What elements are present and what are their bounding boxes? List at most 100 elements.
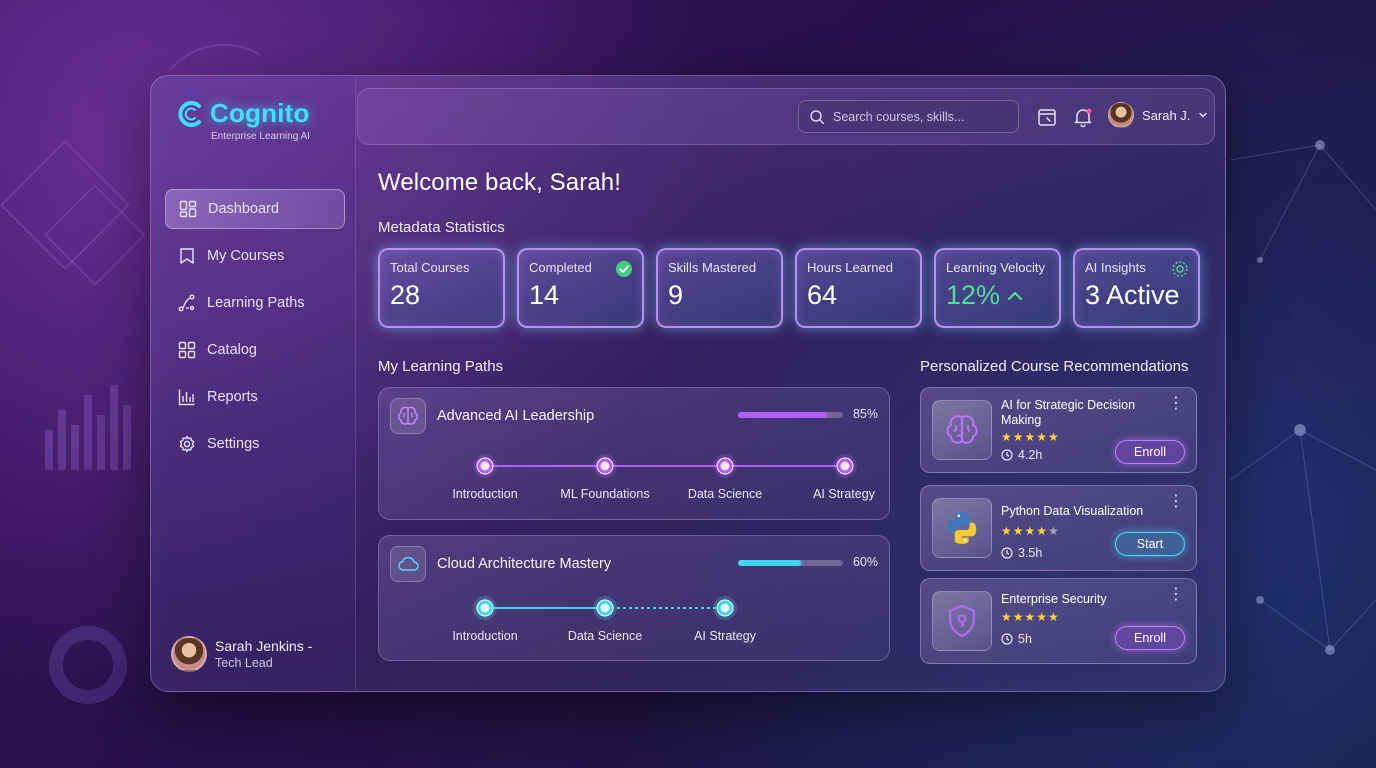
clock-icon xyxy=(1001,633,1013,645)
path-step-label: Data Science xyxy=(567,629,643,643)
grid-icon xyxy=(178,341,196,359)
user-name: Sarah J. xyxy=(1142,107,1191,123)
stat-label: Total Courses xyxy=(390,260,470,275)
stat-card-ai-insights[interactable]: AI Insights 3 Active xyxy=(1073,248,1200,328)
rating-stars: ★★★★★ xyxy=(1001,524,1060,538)
stat-card-skills-mastered[interactable]: Skills Mastered 9 xyxy=(656,248,783,328)
bookmark-icon xyxy=(180,248,194,264)
search-input[interactable] xyxy=(833,109,1013,124)
stat-label: Hours Learned xyxy=(807,260,893,275)
path-step-label: AI Strategy xyxy=(694,629,756,643)
course-title: AI for Strategic Decision Making xyxy=(1001,398,1136,427)
recommendation-card[interactable]: Python Data Visualization ★★★★★ 3.5h ⋮ S… xyxy=(920,485,1197,571)
sidebar-item-my-courses[interactable]: My Courses xyxy=(165,236,345,276)
stat-value: 64 xyxy=(807,280,838,310)
stats-section-title: Metadata Statistics xyxy=(378,219,505,236)
stat-value: 3 Active xyxy=(1085,280,1180,310)
calendar-icon[interactable] xyxy=(1036,106,1058,128)
more-options-icon[interactable]: ⋮ xyxy=(1168,396,1184,412)
path-step-label: AI Strategy xyxy=(813,487,875,501)
sidebar-item-catalog[interactable]: Catalog xyxy=(165,330,345,370)
path-step-label: Data Science xyxy=(687,487,763,501)
stats-row: Total Courses 28 Completed 14 Skills Mas… xyxy=(378,248,1200,328)
more-options-icon[interactable]: ⋮ xyxy=(1168,494,1184,510)
stat-card-hours-learned[interactable]: Hours Learned 64 xyxy=(795,248,922,328)
enroll-button[interactable]: Enroll xyxy=(1115,626,1185,650)
clock-icon xyxy=(1001,449,1013,461)
sidebar-item-label: Catalog xyxy=(207,342,257,358)
gear-icon xyxy=(179,435,195,453)
path-step-label: Introduction xyxy=(452,487,518,501)
stat-value: 12% xyxy=(946,280,1001,310)
avatar xyxy=(1108,102,1134,128)
cognito-logo-icon xyxy=(178,100,201,127)
stat-value: 14 xyxy=(529,280,560,310)
recommendation-card[interactable]: Enterprise Security ★★★★★ 5h ⋮ Enroll xyxy=(920,578,1197,664)
path-step-node-core xyxy=(480,461,490,471)
recommendation-card[interactable]: AI for Strategic Decision Making ★★★★★ 4… xyxy=(920,387,1197,473)
python-icon xyxy=(947,512,977,544)
stat-value: 9 xyxy=(668,280,684,310)
rating-stars: ★★★★★ xyxy=(1001,430,1060,444)
app-name: Cognito xyxy=(210,98,310,128)
stat-card-completed[interactable]: Completed 14 xyxy=(517,248,644,328)
course-thumbnail xyxy=(932,498,992,558)
clock-icon xyxy=(1001,547,1013,559)
start-button[interactable]: Start xyxy=(1115,532,1185,556)
chevron-up-icon xyxy=(1007,291,1023,301)
path-step-node-core xyxy=(600,603,610,613)
duration-text: 3.5h xyxy=(1018,546,1043,560)
course-thumbnail xyxy=(932,400,992,460)
top-bar: Sarah J. xyxy=(357,88,1215,145)
path-step-node-core xyxy=(720,461,730,471)
path-step-node-core xyxy=(480,603,490,613)
path-step-label: Introduction xyxy=(452,629,518,643)
bell-icon[interactable] xyxy=(1072,106,1094,128)
check-circle-icon xyxy=(616,261,632,277)
sidebar-item-dashboard[interactable]: Dashboard xyxy=(165,189,345,229)
sidebar-item-learning-paths[interactable]: Learning Paths xyxy=(165,283,345,323)
path-step-node-core xyxy=(840,461,850,471)
sidebar-item-label: Dashboard xyxy=(208,201,279,217)
welcome-heading: Welcome back, Sarah! xyxy=(378,169,621,196)
stat-card-learning-velocity[interactable]: Learning Velocity 12% xyxy=(934,248,1061,328)
sidebar-item-settings[interactable]: Settings xyxy=(165,424,345,464)
learning-paths-title: My Learning Paths xyxy=(378,358,504,375)
path-step-node-core xyxy=(720,603,730,613)
stat-card-total-courses[interactable]: Total Courses 28 xyxy=(378,248,505,328)
shield-lock-icon xyxy=(949,604,975,638)
stat-label: Skills Mastered xyxy=(668,260,757,275)
dashboard-icon xyxy=(179,200,197,218)
sidebar-nav: Dashboard My Courses Learning Paths Cata… xyxy=(165,189,345,471)
path-step-label: ML Foundations xyxy=(560,487,650,501)
sidebar-item-label: Reports xyxy=(207,389,258,405)
profile-name: Sarah Jenkins - xyxy=(215,638,313,654)
chevron-down-icon xyxy=(1199,112,1208,118)
recommendations-title: Personalized Course Recommendations xyxy=(920,358,1189,375)
search-box[interactable] xyxy=(798,100,1019,133)
course-title: Python Data Visualization xyxy=(1001,504,1144,518)
course-thumbnail xyxy=(932,591,992,651)
rating-stars: ★★★★★ xyxy=(1001,610,1060,624)
user-menu[interactable]: Sarah J. xyxy=(1108,102,1208,128)
profile-role: Tech Lead xyxy=(215,656,273,670)
more-options-icon[interactable]: ⋮ xyxy=(1168,587,1184,603)
duration-text: 4.2h xyxy=(1018,448,1043,462)
sidebar: Cognito Enterprise Learning AI Dashboard… xyxy=(151,76,356,691)
course-duration: 5h xyxy=(1001,632,1032,646)
stat-value: 28 xyxy=(390,280,421,310)
course-duration: 3.5h xyxy=(1001,546,1042,560)
brain-icon xyxy=(946,415,978,444)
enroll-button[interactable]: Enroll xyxy=(1115,440,1185,464)
sidebar-item-label: Learning Paths xyxy=(207,295,305,311)
sidebar-item-reports[interactable]: Reports xyxy=(165,377,345,417)
learning-path-card[interactable]: Advanced AI Leadership 85% Introduction … xyxy=(378,387,890,520)
logo[interactable]: Cognito xyxy=(176,98,310,129)
sidebar-item-label: My Courses xyxy=(207,248,285,264)
avatar xyxy=(171,636,207,672)
learning-path-card[interactable]: Cloud Architecture Mastery 60% Introduct… xyxy=(378,535,890,661)
duration-text: 5h xyxy=(1018,632,1032,646)
search-icon xyxy=(810,109,825,124)
sidebar-profile[interactable]: Sarah Jenkins - Tech Lead xyxy=(171,636,312,672)
bar-chart-icon xyxy=(178,389,195,406)
